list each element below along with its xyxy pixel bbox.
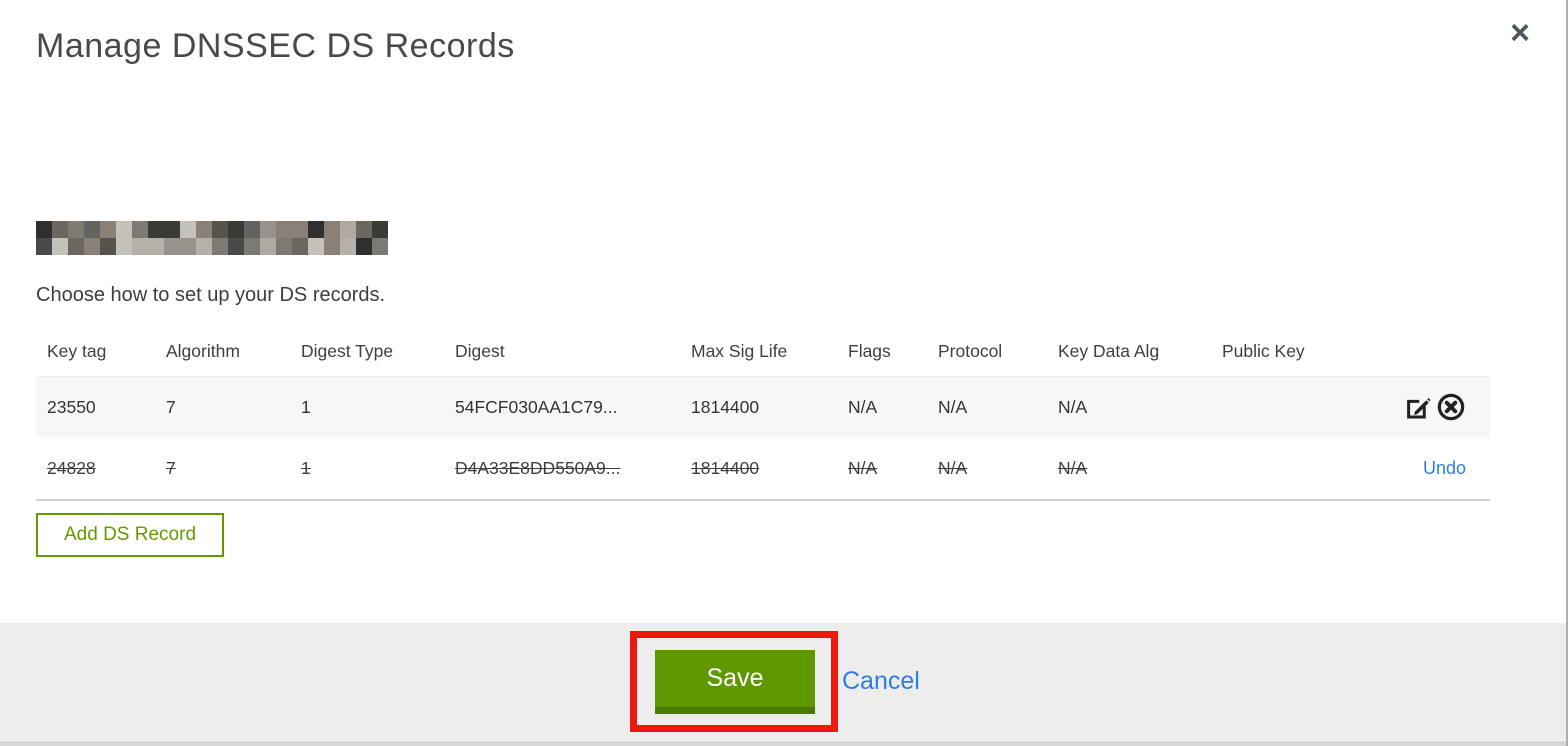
col-header-digest-type: Digest Type — [301, 340, 394, 361]
undo-link[interactable]: Undo — [1423, 458, 1466, 479]
cell-key-tag: 24828 — [47, 457, 96, 478]
col-header-algorithm: Algorithm — [166, 340, 240, 361]
cancel-link[interactable]: Cancel — [842, 650, 920, 714]
cell-algorithm: 7 — [166, 396, 176, 417]
cell-actions: Undo — [1349, 458, 1490, 479]
table-header-row: Key tag Algorithm Digest Type Digest Max… — [36, 326, 1490, 376]
cell-max-sig-life: 1814400 — [691, 457, 760, 478]
close-icon[interactable]: × — [1510, 16, 1530, 50]
page-title: Manage DNSSEC DS Records — [36, 27, 515, 65]
col-header-flags: Flags — [848, 340, 891, 361]
cell-digest-type: 1 — [301, 457, 311, 478]
cell-digest-type: 1 — [301, 396, 311, 417]
col-header-digest: Digest — [455, 340, 505, 361]
save-button[interactable]: Save — [655, 650, 815, 714]
col-header-key-tag: Key tag — [47, 340, 107, 361]
cell-key-data-alg: N/A — [1058, 457, 1088, 478]
cell-max-sig-life: 1814400 — [691, 396, 760, 417]
col-header-protocol: Protocol — [938, 340, 1003, 361]
cell-algorithm: 7 — [166, 457, 176, 478]
delete-icon[interactable] — [1436, 392, 1466, 422]
col-header-max-sig-life: Max Sig Life — [691, 340, 788, 361]
redacted-domain — [36, 221, 388, 255]
dnssec-modal: Manage DNSSEC DS Records × Choose how to… — [0, 0, 1568, 746]
add-ds-record-button[interactable]: Add DS Record — [36, 513, 225, 557]
cell-protocol: N/A — [938, 457, 968, 478]
cell-flags: N/A — [848, 396, 878, 417]
ds-records-table: Key tag Algorithm Digest Type Digest Max… — [36, 326, 1490, 501]
col-header-public-key: Public Key — [1222, 340, 1305, 361]
cell-digest: D4A33E8DD550A9... — [455, 457, 621, 478]
cell-protocol: N/A — [938, 396, 968, 417]
cell-key-data-alg: N/A — [1058, 396, 1088, 417]
edit-icon[interactable] — [1403, 392, 1433, 422]
cell-digest: 54FCF030AA1C79... — [455, 396, 618, 417]
table-row-deleted: 24828 7 1 D4A33E8DD550A9... 1814400 N/A … — [36, 437, 1490, 501]
col-header-key-data-alg: Key Data Alg — [1058, 340, 1160, 361]
cell-actions — [1349, 392, 1490, 422]
cell-flags: N/A — [848, 457, 878, 478]
table-row: 23550 7 1 54FCF030AA1C79... 1814400 N/A … — [36, 376, 1490, 437]
cell-key-tag: 23550 — [47, 396, 96, 417]
subtitle-text: Choose how to set up your DS records. — [36, 284, 386, 306]
page-behind-modal-strip — [0, 740, 1566, 746]
